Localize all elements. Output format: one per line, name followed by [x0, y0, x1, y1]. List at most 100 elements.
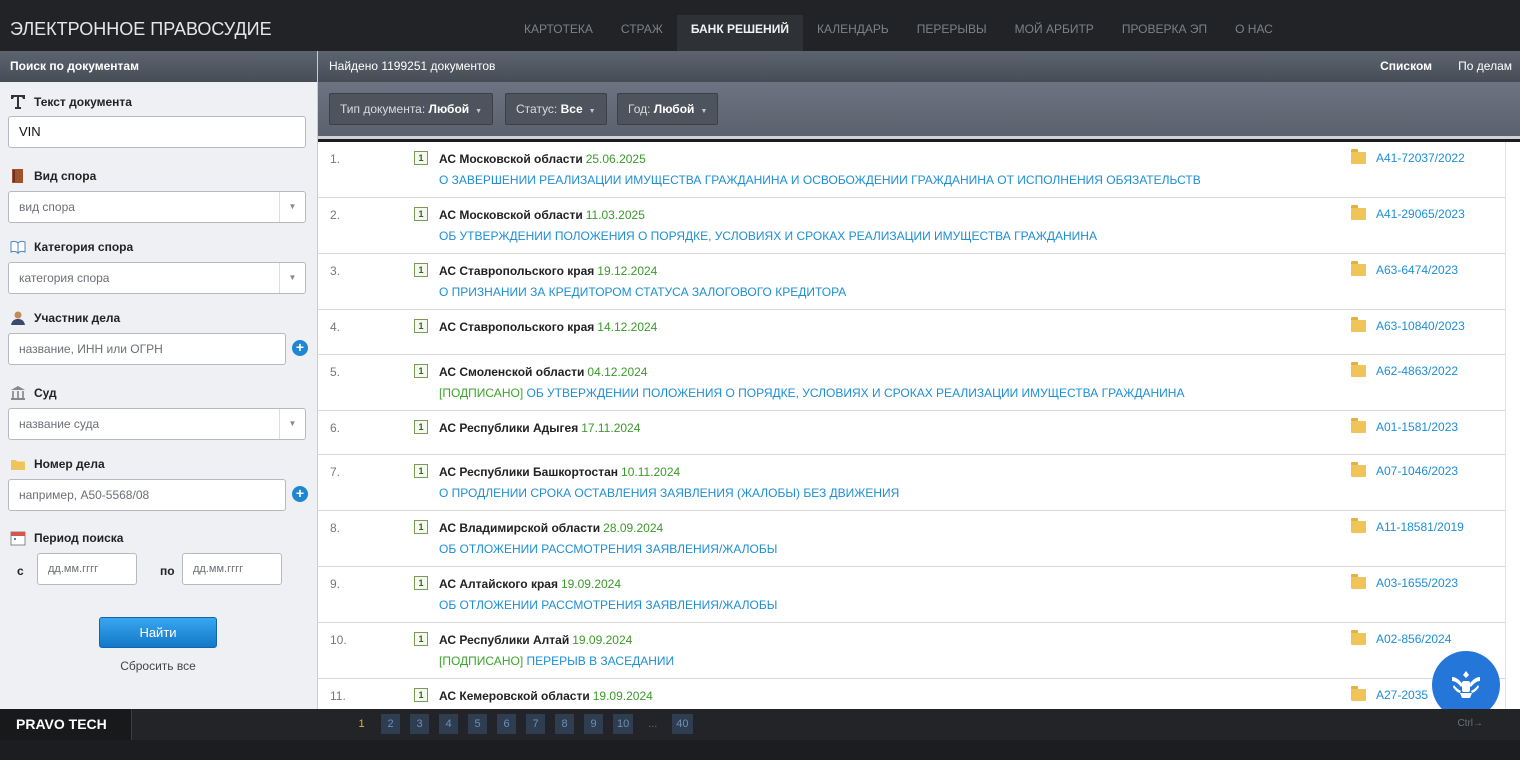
- result-description[interactable]: ОБ УТВЕРЖДЕНИИ ПОЛОЖЕНИЯ О ПОРЯДКЕ, УСЛО…: [439, 229, 1097, 243]
- document-icon[interactable]: 1: [414, 263, 428, 277]
- nav-item-bank-resheniy[interactable]: БАНК РЕШЕНИЙ: [676, 15, 803, 51]
- date-to-input[interactable]: дд.мм.гггг: [182, 553, 282, 585]
- result-court[interactable]: АС Смоленской области 04.12.2024: [439, 365, 647, 379]
- page-link[interactable]: 40: [672, 714, 693, 734]
- result-description[interactable]: О ПРИЗНАНИИ ЗА КРЕДИТОРОМ СТАТУСА ЗАЛОГО…: [439, 285, 846, 299]
- court-name: АС Республики Башкортостан: [439, 465, 619, 479]
- result-number: 7.: [330, 465, 341, 479]
- document-icon[interactable]: 1: [414, 319, 428, 333]
- pravo-tech-logo[interactable]: PRAVO TECH: [0, 709, 132, 740]
- chevron-down-icon[interactable]: ▼: [279, 409, 305, 439]
- chevron-down-icon[interactable]: ▼: [279, 263, 305, 293]
- result-court[interactable]: АС Ставропольского края 14.12.2024: [439, 320, 657, 334]
- page-link[interactable]: 10: [613, 714, 634, 734]
- case-number-link[interactable]: А02-856/2024: [1351, 630, 1451, 646]
- result-court[interactable]: АС Кемеровской области 19.09.2024: [439, 689, 653, 703]
- court-select[interactable]: название суда ▼: [8, 408, 306, 440]
- case-number-link[interactable]: А07-1046/2023: [1351, 462, 1458, 478]
- page-link[interactable]: 8: [555, 714, 574, 734]
- result-description[interactable]: О ПРОДЛЕНИИ СРОКА ОСТАВЛЕНИЯ ЗАЯВЛЕНИЯ (…: [439, 486, 899, 500]
- nav-item-strazh[interactable]: СТРАЖ: [607, 15, 677, 51]
- site-title[interactable]: ЭЛЕКТРОННОЕ ПРАВОСУДИЕ: [10, 19, 272, 40]
- folder-icon: [1351, 317, 1366, 332]
- case-number-link[interactable]: А62-4863/2022: [1351, 362, 1458, 378]
- nav-item-about[interactable]: О НАС: [1221, 15, 1287, 51]
- result-description[interactable]: ОБ ОТЛОЖЕНИИ РАССМОТРЕНИЯ ЗАЯВЛЕНИЯ/ЖАЛО…: [439, 598, 777, 612]
- nav-item-my-arbitr[interactable]: МОЙ АРБИТР: [1001, 15, 1108, 51]
- page-link[interactable]: 2: [381, 714, 400, 734]
- result-court[interactable]: АС Владимирской области 28.09.2024: [439, 521, 663, 535]
- nav-item-breaks[interactable]: ПЕРЕРЫВЫ: [903, 15, 1001, 51]
- result-description[interactable]: О ЗАВЕРШЕНИИ РЕАЛИЗАЦИИ ИМУЩЕСТВА ГРАЖДА…: [439, 173, 1201, 187]
- status-filter[interactable]: Статус: Все ▼: [505, 93, 607, 125]
- result-row: 11. 1 АС Кемеровской области 19.09.2024 А27-…: [318, 679, 1505, 709]
- dispute-type-select[interactable]: вид спора ▼: [8, 191, 306, 223]
- doc-type-filter[interactable]: Тип документа: Любой ▼: [329, 93, 494, 125]
- result-number: 3.: [330, 264, 341, 278]
- document-icon[interactable]: 1: [414, 632, 428, 646]
- nav-item-calendar[interactable]: КАЛЕНДАРЬ: [803, 15, 903, 51]
- result-description[interactable]: ОБ ОТЛОЖЕНИИ РАССМОТРЕНИЯ ЗАЯВЛЕНИЯ/ЖАЛО…: [439, 542, 777, 556]
- result-court[interactable]: АС Московской области 11.03.2025: [439, 208, 645, 222]
- document-icon[interactable]: 1: [414, 464, 428, 478]
- category-select[interactable]: категория спора ▼: [8, 262, 306, 294]
- case-number-link[interactable]: А11-18581/2019: [1351, 518, 1464, 534]
- signed-badge: [ПОДПИСАНО]: [439, 386, 524, 400]
- result-court[interactable]: АС Республики Башкортостан 10.11.2024: [439, 465, 680, 479]
- result-court[interactable]: АС Ставропольского края 19.12.2024: [439, 264, 657, 278]
- page-link[interactable]: 4: [439, 714, 458, 734]
- result-court[interactable]: АС Республики Адыгея 17.11.2024: [439, 421, 640, 435]
- document-icon[interactable]: 1: [414, 207, 428, 221]
- result-court[interactable]: АС Московской области 25.06.2025: [439, 152, 646, 166]
- find-button[interactable]: Найти: [99, 617, 217, 648]
- case-number-text: А27-2035: [1376, 688, 1429, 702]
- participant-input[interactable]: название, ИНН или ОГРН: [8, 333, 286, 365]
- result-court[interactable]: АС Алтайского края 19.09.2024: [439, 577, 621, 591]
- case-number-link[interactable]: А41-29065/2023: [1351, 205, 1465, 221]
- page-link[interactable]: 6: [497, 714, 516, 734]
- document-icon[interactable]: 1: [414, 576, 428, 590]
- add-case-number-button[interactable]: +: [292, 486, 308, 502]
- case-number-link[interactable]: А63-6474/2023: [1351, 261, 1458, 277]
- date-from-input[interactable]: дд.мм.гггг: [37, 553, 137, 585]
- status-filter-value: Все: [560, 102, 583, 116]
- case-number-link[interactable]: А01-1581/2023: [1351, 418, 1458, 434]
- document-text-input[interactable]: VIN: [8, 116, 306, 148]
- year-filter[interactable]: Год: Любой ▼: [617, 93, 719, 125]
- view-by-cases-toggle[interactable]: По делам: [1458, 51, 1512, 82]
- folder-icon: [1351, 686, 1366, 701]
- page-link[interactable]: 1: [352, 714, 371, 734]
- case-number-input[interactable]: например, А50-5568/08: [8, 479, 286, 511]
- nav-item-check-ep[interactable]: ПРОВЕРКА ЭП: [1108, 15, 1221, 51]
- add-participant-button[interactable]: +: [292, 340, 308, 356]
- case-number-link[interactable]: А41-72037/2022: [1351, 149, 1465, 165]
- case-number-link[interactable]: А63-10840/2023: [1351, 317, 1465, 333]
- pagination: 1 2 3 4 5 6 7 8 9 10... 40: [352, 714, 703, 734]
- document-icon[interactable]: 1: [414, 364, 428, 378]
- category-label-row: Категория спора: [10, 239, 133, 255]
- page-link[interactable]: 7: [526, 714, 545, 734]
- open-book-icon: [10, 239, 26, 255]
- page-link[interactable]: 9: [584, 714, 603, 734]
- document-icon[interactable]: 1: [414, 520, 428, 534]
- description-text: ОБ ОТЛОЖЕНИИ РАССМОТРЕНИЯ ЗАЯВЛЕНИЯ/ЖАЛО…: [439, 542, 778, 556]
- document-icon[interactable]: 1: [414, 151, 428, 165]
- nav-item-kartoteka[interactable]: КАРТОТЕКА: [510, 15, 607, 51]
- result-description[interactable]: [ПОДПИСАНО] ПЕРЕРЫВ В ЗАСЕДАНИИ: [439, 654, 674, 668]
- reset-all-link[interactable]: Сбросить все: [0, 659, 316, 673]
- view-list-toggle[interactable]: Списком: [1380, 51, 1432, 82]
- case-number-link[interactable]: А27-2035: [1351, 686, 1429, 702]
- scrollbar[interactable]: [1505, 142, 1520, 709]
- chevron-down-icon[interactable]: ▼: [279, 192, 305, 222]
- page-link[interactable]: 5: [468, 714, 487, 734]
- result-description[interactable]: [ПОДПИСАНО] ОБ УТВЕРЖДЕНИИ ПОЛОЖЕНИЯ О П…: [439, 386, 1184, 400]
- category-label: Категория спора: [34, 240, 134, 254]
- case-number-link[interactable]: А03-1655/2023: [1351, 574, 1458, 590]
- folder-icon: [1351, 362, 1366, 377]
- page-link[interactable]: 3: [410, 714, 429, 734]
- document-icon[interactable]: 1: [414, 688, 428, 702]
- document-icon[interactable]: 1: [414, 420, 428, 434]
- date-from-label: с: [17, 564, 24, 578]
- result-row: 9. 1 АС Алтайского края 19.09.2024 ОБ ОТЛОЖЕ…: [318, 567, 1505, 623]
- result-court[interactable]: АС Республики Алтай 19.09.2024: [439, 633, 632, 647]
